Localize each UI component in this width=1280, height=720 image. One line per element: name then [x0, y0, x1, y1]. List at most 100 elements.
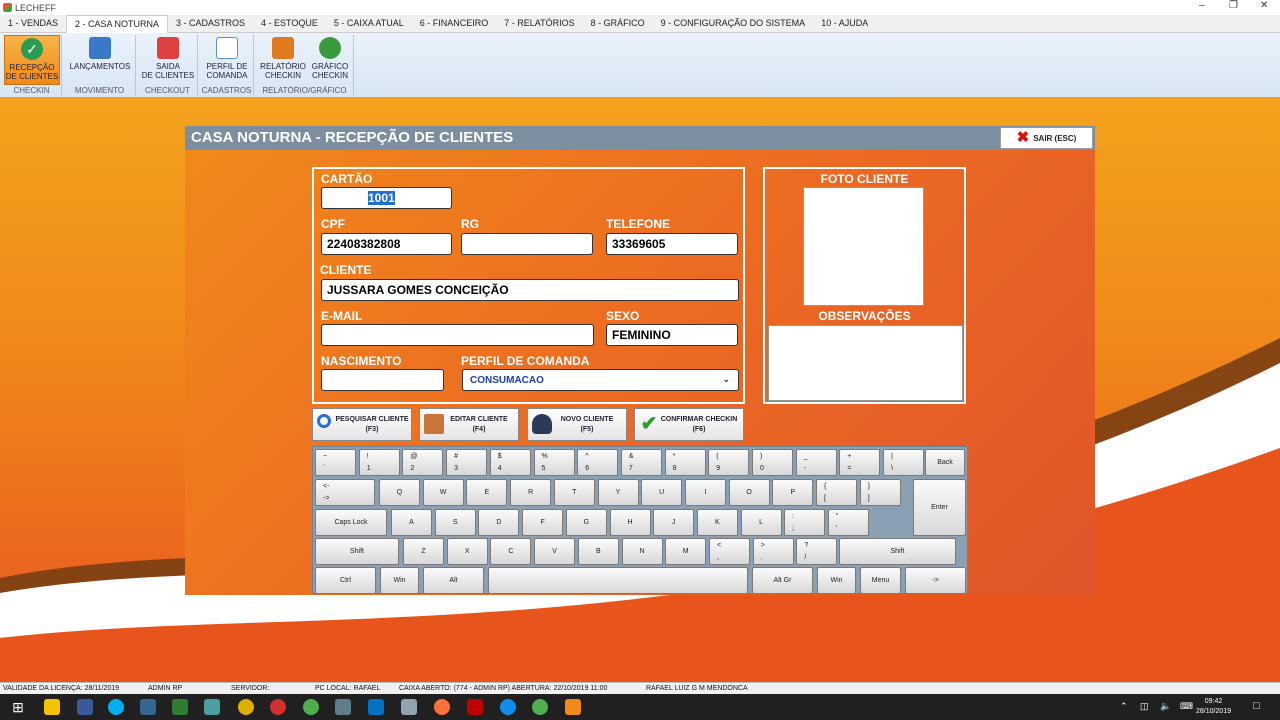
key-`[interactable]: ~ `	[315, 449, 356, 476]
key-punct[interactable]: " '	[827, 509, 869, 536]
client-photo[interactable]	[803, 187, 924, 306]
key-1[interactable]: ! 1	[358, 449, 400, 476]
sexo-field[interactable]: FEMININO	[606, 324, 738, 346]
tab-configuracao[interactable]: 9 - CONFIGURAÇÃO DO SISTEMA	[653, 15, 814, 32]
key-k[interactable]: K	[696, 509, 738, 536]
restore-icon[interactable]: ❐	[1229, 0, 1238, 11]
app-icon[interactable]	[401, 699, 417, 715]
key-win-right[interactable]: Win	[817, 567, 856, 594]
outlook-icon[interactable]	[368, 699, 384, 715]
key-ctrl[interactable]: Ctrl	[315, 567, 376, 594]
key-alt[interactable]: Alt	[423, 567, 484, 594]
key-b[interactable]: B	[577, 538, 619, 565]
key-bracket[interactable]: }]	[859, 479, 901, 506]
speaker-icon[interactable]: 🔈	[1160, 701, 1171, 712]
tab-cadastros[interactable]: 3 - CADASTROS	[168, 15, 253, 32]
key-tab[interactable]: <- ->	[315, 479, 375, 506]
key-z[interactable]: Z	[403, 538, 444, 565]
notifications-icon[interactable]: □	[1253, 700, 1260, 712]
tab-vendas[interactable]: 1 - VENDAS	[0, 15, 66, 32]
rg-field[interactable]	[461, 233, 593, 255]
key-menu[interactable]: Menu	[860, 567, 901, 594]
key-u[interactable]: U	[641, 479, 683, 506]
key-\[interactable]: | \	[883, 449, 925, 476]
grafico-checkin-button[interactable]: GRÁFICO CHECKIN	[308, 35, 352, 85]
dx-icon[interactable]	[270, 699, 286, 715]
tab-casa-noturna[interactable]: 2 - CASA NOTURNA	[66, 15, 169, 33]
app-icon[interactable]	[335, 699, 351, 715]
key-punct[interactable]: >.	[752, 538, 794, 565]
key-5[interactable]: % 5	[533, 449, 575, 476]
key-bracket[interactable]: {[	[816, 479, 857, 506]
windows-start-icon[interactable]: ⊞	[10, 699, 26, 715]
key-p[interactable]: P	[772, 479, 814, 506]
tab-relatorios[interactable]: 7 - RELATÓRIOS	[496, 15, 582, 32]
facebook-icon[interactable]	[77, 699, 93, 715]
key-l[interactable]: L	[740, 509, 782, 536]
network-icon[interactable]: ◫	[1140, 701, 1149, 712]
key-w[interactable]: W	[422, 479, 464, 506]
recepcao-clientes-button[interactable]: ✓ RECEPÇÃO DE CLIENTES	[4, 35, 60, 85]
perfil-select[interactable]: CONSUMACAO ⌄	[462, 369, 739, 391]
key-q[interactable]: Q	[379, 479, 420, 506]
key-space[interactable]	[488, 567, 748, 594]
key-a[interactable]: A	[391, 509, 432, 536]
close-icon[interactable]: ✕	[1260, 0, 1268, 11]
email-field[interactable]	[321, 324, 594, 346]
key-arrow[interactable]: ->	[905, 567, 966, 594]
telefone-field[interactable]: 33369605	[606, 233, 738, 255]
key-caps-lock[interactable]: Caps Lock	[315, 509, 387, 536]
keyboard-icon[interactable]: ⌨	[1180, 701, 1193, 712]
key-v[interactable]: V	[534, 538, 576, 565]
relatorio-checkin-button[interactable]: RELATÓRIO CHECKIN	[260, 35, 306, 85]
key-t[interactable]: T	[553, 479, 595, 506]
nascimento-field[interactable]	[321, 369, 444, 391]
key-m[interactable]: M	[665, 538, 707, 565]
lecheff-icon[interactable]	[565, 699, 581, 715]
key-punct[interactable]: :;	[784, 509, 825, 536]
app-icon[interactable]	[238, 699, 254, 715]
perfil-comanda-button[interactable]: PERFIL DE COMANDA	[202, 35, 252, 85]
sticky-notes-icon[interactable]	[44, 699, 60, 715]
key-j[interactable]: J	[653, 509, 695, 536]
filezilla-icon[interactable]	[467, 699, 483, 715]
chrome-icon[interactable]	[532, 699, 548, 715]
tab-financeiro[interactable]: 6 - FINANCEIRO	[412, 15, 497, 32]
saida-clientes-button[interactable]: SAIDA DE CLIENTES	[140, 35, 196, 85]
skype-icon[interactable]	[108, 699, 124, 715]
key-backspace[interactable]: Back	[925, 449, 965, 476]
key-o[interactable]: O	[728, 479, 770, 506]
key-g[interactable]: G	[565, 509, 607, 536]
key-shift-right[interactable]: Shift	[839, 538, 956, 565]
edit-client-button[interactable]: EDITAR CLIENTE (F4)	[419, 408, 519, 441]
tab-estoque[interactable]: 4 - ESTOQUE	[253, 15, 326, 32]
clock[interactable]: 09:42 28/10/2019	[1196, 697, 1231, 717]
key-e[interactable]: E	[466, 479, 508, 506]
key-9[interactable]: (9	[708, 449, 750, 476]
firefox-icon[interactable]	[434, 699, 450, 715]
key-s[interactable]: S	[434, 509, 476, 536]
key-c[interactable]: C	[490, 538, 532, 565]
key-d[interactable]: D	[478, 509, 520, 536]
cliente-field[interactable]: JUSSARA GOMES CONCEIÇÃO	[321, 279, 739, 301]
key-punct[interactable]: <,	[709, 538, 750, 565]
teamviewer-icon[interactable]	[500, 699, 516, 715]
app-icon[interactable]	[172, 699, 188, 715]
search-client-button[interactable]: PESQUISAR CLIENTE (F3)	[312, 408, 412, 441]
key-8[interactable]: * 8	[664, 449, 706, 476]
key-6[interactable]: ^ 6	[577, 449, 619, 476]
chrome-icon[interactable]	[303, 699, 319, 715]
observations-field[interactable]	[768, 325, 963, 401]
key-3[interactable]: #3	[446, 449, 488, 476]
key-2[interactable]: @2	[402, 449, 444, 476]
key-n[interactable]: N	[621, 538, 663, 565]
key-4[interactable]: $4	[489, 449, 531, 476]
key-h[interactable]: H	[609, 509, 651, 536]
key-enter[interactable]: Enter	[913, 479, 966, 536]
cpf-field[interactable]: 22408382808	[321, 233, 452, 255]
key-f[interactable]: F	[522, 509, 564, 536]
tab-ajuda[interactable]: 10 - AJUDA	[813, 15, 876, 32]
key-0[interactable]: ) 0	[752, 449, 793, 476]
key-=[interactable]: + =	[839, 449, 881, 476]
app-icon[interactable]	[204, 699, 220, 715]
